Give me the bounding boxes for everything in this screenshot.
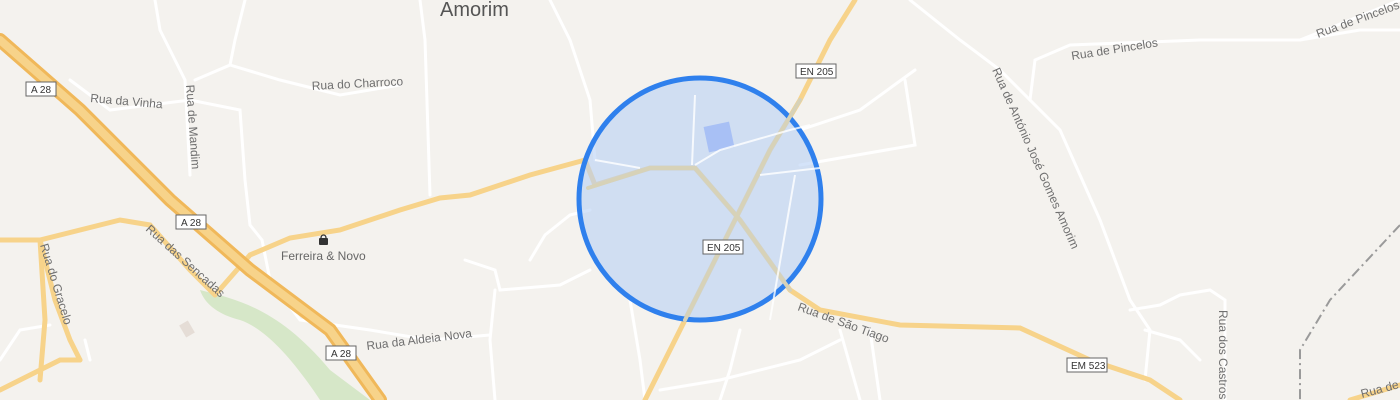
building <box>179 320 195 338</box>
svg-text:A 28: A 28 <box>31 85 51 96</box>
street-label: Rua de Pincelos <box>1314 0 1400 41</box>
road-shield: EM 523 <box>1066 357 1108 373</box>
street-label: Rua de <box>1359 377 1400 400</box>
road-shield: EN 205 <box>702 239 744 255</box>
railway <box>1299 224 1400 400</box>
svg-text:EN 205: EN 205 <box>707 243 741 254</box>
place-name: Amorim <box>440 0 509 21</box>
svg-text:EM 523: EM 523 <box>1071 361 1106 372</box>
poi-label: Ferreira & Novo <box>281 249 366 263</box>
street-label: Rua de Mandim <box>183 84 203 169</box>
street-label: Rua dos Castros <box>1216 310 1230 399</box>
street-label: Rua da Aldeia Nova <box>366 326 473 353</box>
map-svg: Amorim Rua da Vinha Rua de Mandim Rua do… <box>0 0 1400 400</box>
map-canvas[interactable]: Amorim Rua da Vinha Rua de Mandim Rua do… <box>0 0 1400 400</box>
street-label: Rua do Charroco <box>311 74 403 93</box>
street-label: Rua de Pincelos <box>1070 35 1159 62</box>
road-shield: A 28 <box>175 214 207 230</box>
shopping-bag-icon <box>319 234 328 245</box>
svg-text:A 28: A 28 <box>331 349 351 360</box>
street-label: Rua de António José Gomes Amorim <box>989 66 1082 251</box>
road-shield: A 28 <box>25 81 57 97</box>
svg-text:EN 205: EN 205 <box>800 67 834 78</box>
road-shield: EN 205 <box>795 63 837 79</box>
svg-text:A 28: A 28 <box>181 218 201 229</box>
road-shield: A 28 <box>325 345 357 361</box>
